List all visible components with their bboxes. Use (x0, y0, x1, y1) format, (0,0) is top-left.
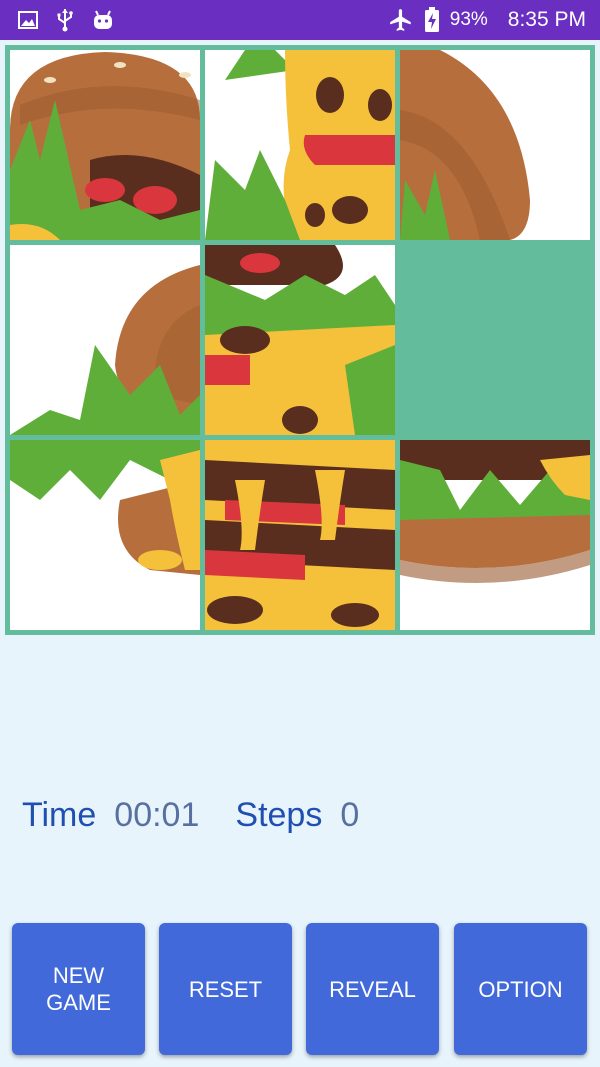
game-stats: Time 00:01 Steps 0 (22, 792, 359, 838)
airplane-icon (388, 7, 414, 33)
usb-icon (56, 8, 74, 32)
reset-button[interactable]: RESET (159, 923, 292, 1055)
empty-tile-slot (400, 245, 590, 435)
puzzle-tile[interactable] (400, 50, 590, 240)
image-icon (18, 11, 38, 29)
puzzle-board (5, 45, 595, 635)
steps-value: 0 (340, 795, 360, 834)
reveal-button[interactable]: REVEAL (306, 923, 439, 1055)
time-value: 00:01 (114, 795, 200, 834)
android-icon (92, 9, 114, 31)
puzzle-tile[interactable] (205, 440, 395, 630)
new-game-button-label: NEW GAME (46, 963, 111, 1015)
reset-button-label: RESET (188, 976, 263, 1002)
puzzle-tile[interactable] (10, 245, 200, 435)
steps-label: Steps (235, 795, 323, 834)
puzzle-tile[interactable] (10, 440, 200, 630)
puzzle-tile[interactable] (10, 50, 200, 240)
reveal-button-label: REVEAL (329, 976, 416, 1002)
new-game-button[interactable]: NEW GAME (12, 923, 145, 1055)
status-bar: 93% 8:35 PM (0, 0, 600, 40)
puzzle-tile[interactable] (205, 245, 395, 435)
option-button-label: OPTION (478, 976, 563, 1002)
battery-charging-icon (424, 7, 440, 33)
option-button[interactable]: OPTION (454, 923, 587, 1055)
clock: 8:35 PM (507, 8, 586, 31)
puzzle-tile[interactable] (205, 50, 395, 240)
battery-percent: 93% (449, 9, 488, 30)
time-label: Time (22, 795, 97, 834)
puzzle-tile[interactable] (400, 440, 590, 630)
